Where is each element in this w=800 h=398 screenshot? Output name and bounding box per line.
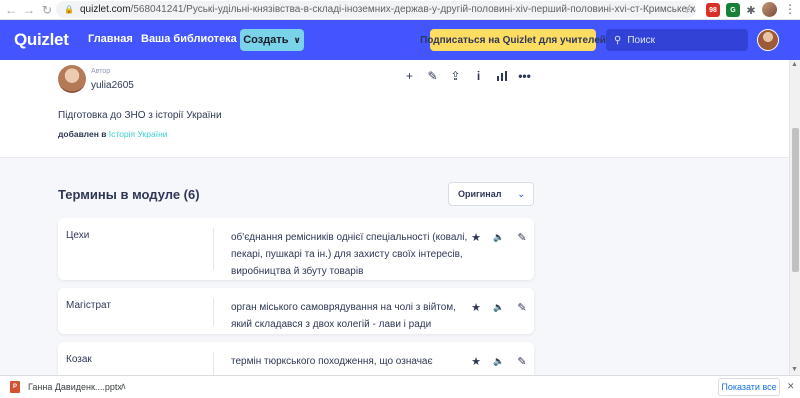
term-card: Магістрат орган міського самоврядування … — [58, 288, 534, 334]
nav-library[interactable]: Ваша библиотека⌄ — [141, 33, 248, 45]
terms-heading: Термины в модуле (6) — [58, 187, 200, 202]
star-icon[interactable]: ★ — [466, 353, 486, 369]
chevron-down-icon: ∨ — [293, 34, 301, 45]
term-word: Цехи — [66, 230, 90, 241]
url-path: /568041241/Руські-удільні-князівства-в-с… — [130, 4, 696, 15]
term-definition: орган міського самоврядування на чолі з … — [231, 302, 456, 330]
chevron-down-icon: ⌄ — [517, 189, 525, 199]
quizlet-logo[interactable]: Quizlet — [14, 30, 69, 50]
downloads-bar: P Ганна Давиденк....pptx ∧ Показати все … — [0, 375, 800, 398]
audio-icon[interactable]: 🔈 — [489, 353, 509, 369]
forward-icon[interactable]: → — [20, 1, 38, 19]
browser-profile-avatar[interactable] — [762, 2, 777, 17]
download-file-name[interactable]: Ганна Давиденк....pptx — [28, 382, 122, 392]
edit-icon[interactable]: ✎ — [421, 68, 444, 84]
term-word: Козак — [66, 354, 92, 365]
bookmark-star-icon[interactable]: ☆ — [684, 2, 695, 16]
extension-1-icon[interactable]: 98 — [706, 3, 720, 17]
more-options-icon[interactable]: ••• — [513, 68, 536, 84]
address-bar[interactable]: 🔒 quizlet.com /568041241/Руські-удільні-… — [56, 1, 696, 18]
site-header: Quizlet Главная Ваша библиотека⌄ Создать… — [0, 20, 800, 60]
reload-icon[interactable]: ↻ — [38, 1, 56, 19]
star-icon[interactable]: ★ — [466, 299, 486, 315]
star-icon[interactable]: ★ — [466, 229, 486, 245]
search-placeholder: Поиск — [627, 34, 656, 46]
set-actions: + ✎ ⇪ i ••• — [398, 68, 536, 84]
sort-select-value: Оригинал — [458, 189, 502, 199]
chevron-up-icon[interactable]: ∧ — [120, 381, 127, 392]
scroll-up-icon[interactable]: ▲ — [791, 61, 798, 68]
added-to-folder: добавлен в Історія України — [58, 129, 168, 139]
author-label: Автор — [91, 68, 111, 75]
search-input[interactable]: ⚲ Поиск — [606, 29, 748, 51]
folder-link[interactable]: Історія України — [109, 129, 168, 139]
edit-term-icon[interactable]: ✎ — [512, 229, 532, 245]
lock-icon: 🔒 — [64, 5, 74, 14]
nav-library-label: Ваша библиотека — [141, 33, 237, 45]
author-name[interactable]: yulia2605 — [91, 80, 134, 91]
teacher-subscribe-button[interactable]: Подписаться на Quizlet для учителей — [420, 29, 606, 51]
powerpoint-file-icon: P — [10, 381, 20, 393]
extension-2-icon[interactable]: G — [726, 3, 740, 17]
show-all-button[interactable]: Показати все — [718, 378, 780, 396]
term-actions: ★ 🔈 ✎ — [466, 229, 532, 245]
create-button[interactable]: Создать ∨ — [240, 29, 304, 51]
create-label: Создать — [243, 34, 289, 46]
back-icon[interactable]: ← — [2, 1, 20, 19]
term-actions: ★ 🔈 ✎ — [466, 299, 532, 315]
browser-toolbar: ← → ↻ 🔒 quizlet.com /568041241/Руські-уд… — [0, 0, 800, 20]
term-word: Магістрат — [66, 300, 111, 311]
share-icon[interactable]: ⇪ — [444, 68, 467, 84]
term-definition: термін тюркського походження, що означає — [231, 356, 433, 367]
term-definition: об'єднання ремісників однієї спеціальнос… — [231, 232, 468, 277]
browser-menu-icon[interactable]: ⋮ — [784, 2, 796, 16]
nav-home[interactable]: Главная — [88, 33, 133, 45]
set-description: Підготовка до ЗНО з історії України — [58, 110, 222, 121]
audio-icon[interactable]: 🔈 — [489, 299, 509, 315]
edit-term-icon[interactable]: ✎ — [512, 299, 532, 315]
term-actions: ★ 🔈 ✎ — [466, 353, 532, 369]
stats-icon[interactable] — [490, 68, 513, 84]
close-icon[interactable]: ✕ — [787, 381, 795, 392]
url-host: quizlet.com — [79, 4, 131, 15]
author-avatar[interactable] — [58, 65, 86, 93]
set-info-panel: Автор yulia2605 + ✎ ⇪ i ••• Підготовка д… — [0, 60, 789, 158]
term-divider — [213, 352, 214, 376]
scroll-down-icon[interactable]: ▼ — [791, 366, 798, 373]
term-divider — [213, 228, 214, 270]
add-icon[interactable]: + — [398, 68, 421, 84]
scroll-thumb[interactable] — [792, 128, 799, 272]
info-icon[interactable]: i — [467, 68, 490, 84]
term-divider — [213, 298, 214, 326]
page-scrollbar[interactable]: ▲ ▼ — [789, 60, 800, 375]
user-avatar[interactable] — [757, 29, 779, 51]
audio-icon[interactable]: 🔈 — [489, 229, 509, 245]
term-card: Цехи об'єднання ремісників однієї спеціа… — [58, 218, 534, 280]
puzzle-extensions-icon[interactable]: ✱ — [744, 3, 758, 17]
edit-term-icon[interactable]: ✎ — [512, 353, 532, 369]
added-prefix: добавлен в — [58, 129, 107, 139]
search-icon: ⚲ — [614, 34, 622, 46]
sort-select[interactable]: Оригинал ⌄ — [448, 182, 534, 206]
